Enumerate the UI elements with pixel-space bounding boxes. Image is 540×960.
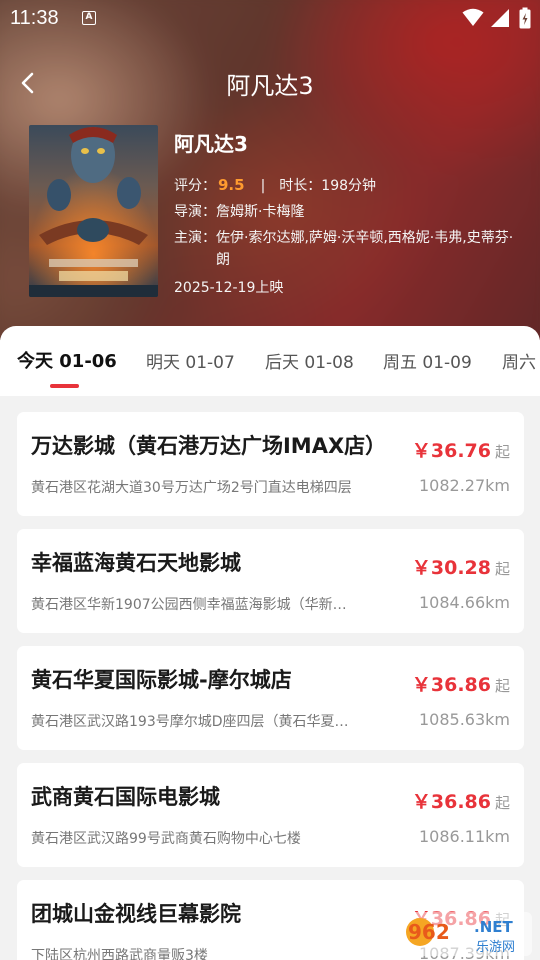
cinema-distance: 1084.66km [418, 593, 510, 612]
status-bar: 11:38 A [0, 0, 540, 36]
tab-today[interactable]: 今天 01-06 [17, 347, 117, 373]
cinema-name: 万达影城（黄石港万达广场IMAX店） [31, 434, 387, 458]
svg-text:乐游网: 乐游网 [476, 940, 515, 955]
cinema-name: 团城山金视线巨幕影院 [31, 902, 241, 926]
director-value: 詹姆斯·卡梅隆 [216, 204, 305, 220]
active-tab-indicator [50, 384, 79, 388]
tab-friday[interactable]: 周五 01-09 [383, 348, 472, 373]
status-time: 11:38 [10, 7, 59, 29]
cast-label: 主演： [174, 230, 216, 246]
release-date: 2025-12-19上映 [174, 280, 284, 296]
price-suffix: 起 [494, 794, 510, 812]
cinema-name: 武商黄石国际电影城 [31, 785, 220, 809]
page-title: 阿凡达3 [226, 72, 314, 100]
movie-poster[interactable] [29, 125, 158, 297]
cast-line: 主演： 佐伊·索尔达娜,萨姆·沃辛顿,西格妮·韦弗,史蒂芬·朗 [174, 227, 524, 271]
movie-name: 阿凡达3 [174, 132, 248, 156]
cinema-card[interactable]: 幸福蓝海黄石天地影城 ￥30.28 起 黄石港区华新1907公园西侧幸福蓝海影城（… [17, 529, 524, 633]
movie-info: 阿凡达3 评分： 9.5 | 时长：198分钟 导演：詹姆斯·卡梅隆 主演： 佐伊·索尔… [174, 128, 524, 297]
battery-icon [519, 7, 531, 29]
svg-text:962: 962 [408, 920, 450, 944]
price-suffix: 起 [494, 560, 510, 578]
score-duration-line: 评分： 9.5 | 时长：198分钟 [174, 174, 524, 197]
price-suffix: 起 [494, 677, 510, 695]
cinema-card[interactable]: 武商黄石国际电影城 ￥36.86 起 黄石港区武汉路99号武商黄石购物中心七楼 1… [17, 763, 524, 867]
price-block: ￥36.86起 [412, 787, 510, 814]
cinema-price: ￥36.86 [411, 791, 491, 813]
duration-value: 198分钟 [321, 178, 377, 194]
score-value: 9.5 [218, 176, 245, 194]
director-label: 导演： [174, 204, 216, 220]
cinema-distance: 1086.11km [418, 827, 510, 846]
cinema-address: 黄石港区华新1907公园西侧幸福蓝海影城（华新… [31, 597, 347, 613]
cinema-address: 下陆区杭州西路武商量贩3楼 [31, 948, 208, 960]
svg-text:.NET: .NET [474, 918, 513, 936]
cinema-price: ￥36.76 [411, 440, 491, 462]
price-block: ￥36.76 起 [412, 436, 510, 463]
score-label: 评分： [174, 178, 216, 194]
date-tabs: 今天 01-06 明天 01-07 后天 01-08 周五 01-09 周六 [0, 326, 540, 396]
wifi-icon [462, 8, 484, 26]
cinema-price: ￥36.86 [411, 674, 491, 696]
cast-value: 佐伊·索尔达娜,萨姆·沃辛顿,西格妮·韦弗,史蒂芬·朗 [216, 230, 514, 268]
cinema-price: ￥30.28 [411, 557, 491, 579]
director-line: 导演：詹姆斯·卡梅隆 [174, 201, 524, 223]
tab-day-after[interactable]: 后天 01-08 [265, 348, 354, 373]
cinema-card[interactable]: 万达影城（黄石港万达广场IMAX店） ￥36.76 起 黄石港区花湖大道30号万达… [17, 412, 524, 516]
signal-icon [491, 9, 509, 27]
cinema-name: 幸福蓝海黄石天地影城 [31, 551, 241, 575]
cinema-address: 黄石港区武汉路193号摩尔城D座四层（黄石华夏… [31, 714, 349, 730]
cinema-name: 黄石华夏国际影城-摩尔城店 [31, 668, 292, 692]
cinema-address: 黄石港区花湖大道30号万达广场2号门直达电梯四层 [31, 480, 352, 496]
tab-tomorrow[interactable]: 明天 01-07 [146, 348, 235, 373]
separator: | [260, 178, 266, 194]
price-block: ￥30.28 起 [412, 553, 510, 580]
cinema-distance: 1082.27km [418, 476, 510, 495]
price-block: ￥36.86起 [412, 670, 510, 697]
a-notification-icon: A [82, 11, 96, 25]
duration-label: 时长： [279, 178, 322, 194]
site-watermark-logo: 962 .NET 乐游网 [402, 912, 532, 956]
cinema-address: 黄石港区武汉路99号武商黄石购物中心七楼 [31, 831, 301, 847]
cinema-card[interactable]: 黄石华夏国际影城-摩尔城店 ￥36.86 起 黄石港区武汉路193号摩尔城D座四层… [17, 646, 524, 750]
cinema-distance: 1085.63km [418, 710, 510, 729]
price-suffix: 起 [494, 443, 510, 461]
tab-saturday[interactable]: 周六 [502, 348, 536, 373]
